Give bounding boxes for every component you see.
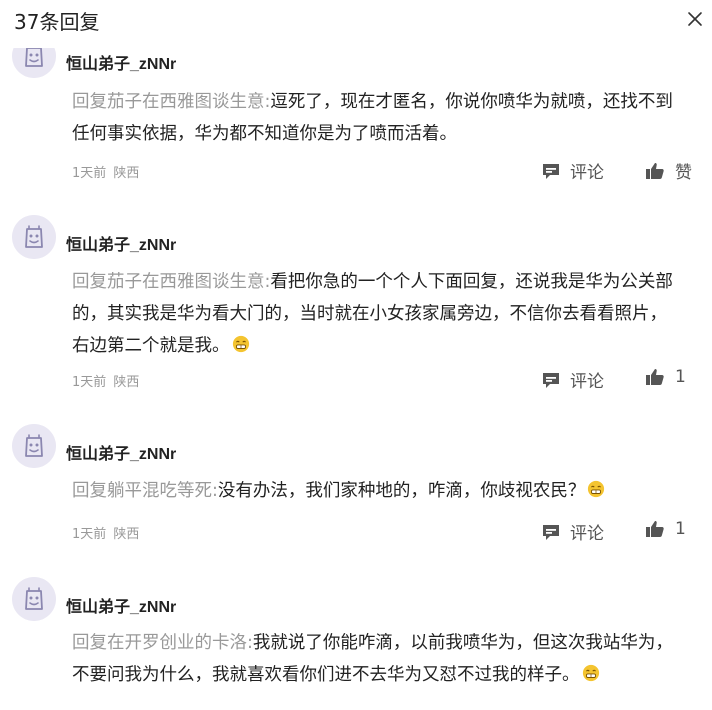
reply-text: 回复在开罗创业的卡洛:我就说了你能咋滴，以前我喷华为，但这次我站华为，不要问我为…: [72, 627, 684, 691]
reply-target[interactable]: 回复躺平混吃等死:: [72, 481, 218, 501]
close-icon: [688, 12, 702, 26]
like-count: 1: [675, 367, 686, 387]
header: 37条回复: [0, 0, 712, 48]
username[interactable]: 恒山弟子_zNNr: [66, 231, 176, 255]
comment-icon: [543, 524, 559, 540]
location: 陕西: [113, 527, 140, 542]
thumbs-up-icon: [646, 521, 664, 537]
avatar-icon: [12, 424, 56, 468]
close-button[interactable]: [684, 8, 706, 30]
timestamp: 1天前: [72, 166, 107, 181]
comment-label: 评论: [570, 372, 604, 392]
comment-button[interactable]: 评论: [541, 519, 604, 544]
reply-target[interactable]: 回复在开罗创业的卡洛:: [72, 633, 253, 653]
comment-button[interactable]: 评论: [541, 158, 604, 183]
like-button[interactable]: 1: [645, 367, 686, 387]
reply-target[interactable]: 回复茄子在西雅图谈生意:: [72, 272, 270, 292]
avatar[interactable]: [12, 424, 56, 468]
like-button[interactable]: 赞: [645, 158, 692, 183]
comment-meta: 1天前 陕西: [72, 162, 139, 181]
avatar[interactable]: [12, 577, 56, 621]
reply-body: 没有办法，我们家种地的，咋滴，你歧视农民？: [217, 481, 586, 501]
comment-icon: [543, 163, 559, 179]
comment-label: 评论: [570, 524, 604, 544]
grin-emoji-icon: [588, 480, 605, 498]
like-button[interactable]: 1: [645, 519, 686, 539]
comment-icon: [543, 372, 559, 388]
timestamp: 1天前: [72, 375, 107, 390]
like-count: 1: [675, 519, 686, 539]
avatar-icon: [12, 577, 56, 621]
location: 陕西: [113, 166, 140, 181]
grin-emoji-icon: [582, 664, 599, 682]
thumbs-up-icon: [646, 369, 664, 385]
comment-label: 评论: [570, 163, 604, 183]
reply-text: 回复茄子在西雅图谈生意:逗死了，现在才匿名，你说你喷华为就喷，还找不到任何事实依…: [72, 86, 684, 150]
reply-text: 回复躺平混吃等死:没有办法，我们家种地的，咋滴，你歧视农民？: [72, 475, 684, 507]
avatar[interactable]: [12, 215, 56, 259]
thumbs-up-icon: [646, 162, 664, 179]
comment-meta: 1天前 陕西: [72, 371, 139, 390]
comment-meta: 1天前 陕西: [72, 523, 139, 542]
username[interactable]: 恒山弟子_zNNr: [66, 440, 176, 464]
like-count: 赞: [675, 163, 692, 183]
reply-target[interactable]: 回复茄子在西雅图谈生意:: [72, 92, 270, 112]
page-title: 37条回复: [14, 10, 100, 34]
timestamp: 1天前: [72, 527, 107, 542]
grin-emoji-icon: [232, 335, 249, 353]
username[interactable]: 恒山弟子_zNNr: [66, 50, 176, 74]
reply-text: 回复茄子在西雅图谈生意:看把你急的一个个人下面回复，还说我是华为公关部的，其实我…: [72, 266, 684, 362]
username[interactable]: 恒山弟子_zNNr: [66, 593, 176, 617]
comment-list: 恒山弟子_zNNr 回复茄子在西雅图谈生意:逗死了，现在才匿名，你说你喷华为就喷…: [0, 0, 712, 710]
avatar-icon: [12, 215, 56, 259]
comment-button[interactable]: 评论: [541, 367, 604, 392]
location: 陕西: [113, 375, 140, 390]
